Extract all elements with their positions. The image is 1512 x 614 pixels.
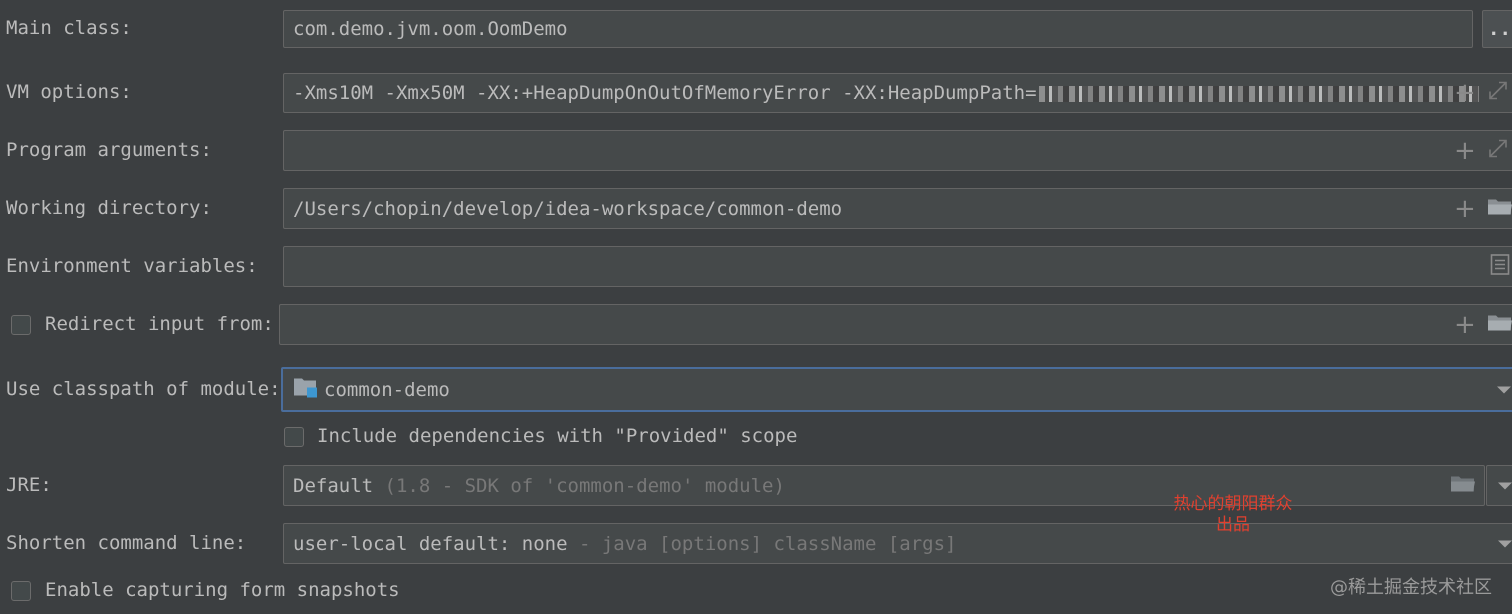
- program-arguments-field[interactable]: +: [283, 130, 1512, 171]
- ellipsis-label: ...: [1488, 18, 1512, 40]
- vm-options-value-wrap: -Xms10M -Xmx50M -XX:+HeapDumpOnOutOfMemo…: [293, 82, 1479, 104]
- red-watermark-line1: 热心的朝阳群众: [1173, 494, 1293, 514]
- use-classpath-label: Use classpath of module:: [6, 378, 281, 400]
- working-directory-label: Working directory:: [6, 197, 212, 219]
- environment-variables-label: Environment variables:: [6, 255, 258, 277]
- working-directory-value: /Users/chopin/develop/idea-workspace/com…: [293, 197, 843, 220]
- main-class-field[interactable]: com.demo.jvm.oom.OomDemo: [283, 10, 1473, 48]
- working-directory-field[interactable]: /Users/chopin/develop/idea-workspace/com…: [283, 188, 1512, 229]
- include-provided-label: Include dependencies with "Provided" sco…: [317, 425, 798, 447]
- red-watermark: 热心的朝阳群众 出品: [1160, 494, 1306, 536]
- redirect-input-checkbox[interactable]: [11, 315, 31, 335]
- plus-icon[interactable]: +: [1454, 80, 1476, 106]
- redacted-path: [1038, 85, 1479, 102]
- plus-icon[interactable]: +: [1454, 138, 1476, 164]
- expand-icon[interactable]: [1487, 137, 1509, 164]
- plus-icon[interactable]: +: [1454, 196, 1476, 222]
- shorten-value: user-local default: none: [293, 532, 568, 555]
- plus-icon[interactable]: +: [1454, 312, 1476, 338]
- shorten-command-line-combobox[interactable]: user-local default: none - java [options…: [283, 523, 1512, 564]
- vm-options-field[interactable]: -Xms10M -Xmx50M -XX:+HeapDumpOnOutOfMemo…: [283, 73, 1512, 113]
- jre-dropdown-button[interactable]: [1486, 465, 1512, 506]
- folder-icon[interactable]: [1487, 196, 1512, 221]
- shorten-value-wrap: user-local default: none - java [options…: [293, 533, 956, 555]
- folder-icon[interactable]: [1450, 473, 1476, 498]
- enable-snapshots-checkbox[interactable]: [11, 581, 31, 601]
- jre-value-wrap: Default (1.8 - SDK of 'common-demo' modu…: [293, 475, 785, 497]
- shorten-command-line-label: Shorten command line:: [6, 532, 247, 554]
- classpath-module-value: common-demo: [324, 378, 450, 401]
- environment-variables-field[interactable]: [283, 246, 1512, 287]
- site-watermark: @稀土掘金技术社区: [1330, 577, 1492, 598]
- main-class-value: com.demo.jvm.oom.OomDemo: [293, 18, 568, 40]
- jre-value: Default: [293, 474, 374, 497]
- main-class-label: Main class:: [6, 17, 132, 39]
- vm-options-label: VM options:: [6, 81, 132, 103]
- main-class-browse-button[interactable]: ...: [1482, 10, 1512, 48]
- list-icon[interactable]: [1490, 253, 1510, 280]
- shorten-hint: - java [options] className [args]: [567, 532, 957, 555]
- classpath-module-combobox[interactable]: common-demo: [281, 367, 1512, 412]
- redirect-input-label: Redirect input from:: [45, 313, 274, 335]
- vm-options-value: -Xms10M -Xmx50M -XX:+HeapDumpOnOutOfMemo…: [293, 82, 1037, 104]
- program-arguments-label: Program arguments:: [6, 139, 212, 161]
- red-watermark-line2: 出品: [1216, 515, 1250, 535]
- folder-icon[interactable]: [1487, 312, 1512, 337]
- module-folder-icon: [293, 375, 319, 404]
- jre-label: JRE:: [6, 474, 52, 496]
- chevron-down-icon[interactable]: [1497, 386, 1511, 393]
- jre-hint: (1.8 - SDK of 'common-demo' module): [384, 474, 785, 497]
- include-provided-checkbox[interactable]: [284, 427, 304, 447]
- chevron-down-icon[interactable]: [1498, 540, 1512, 547]
- chevron-down-icon: [1498, 482, 1512, 489]
- expand-icon[interactable]: [1487, 80, 1509, 107]
- redirect-input-field[interactable]: +: [279, 304, 1512, 345]
- enable-snapshots-label: Enable capturing form snapshots: [45, 579, 400, 601]
